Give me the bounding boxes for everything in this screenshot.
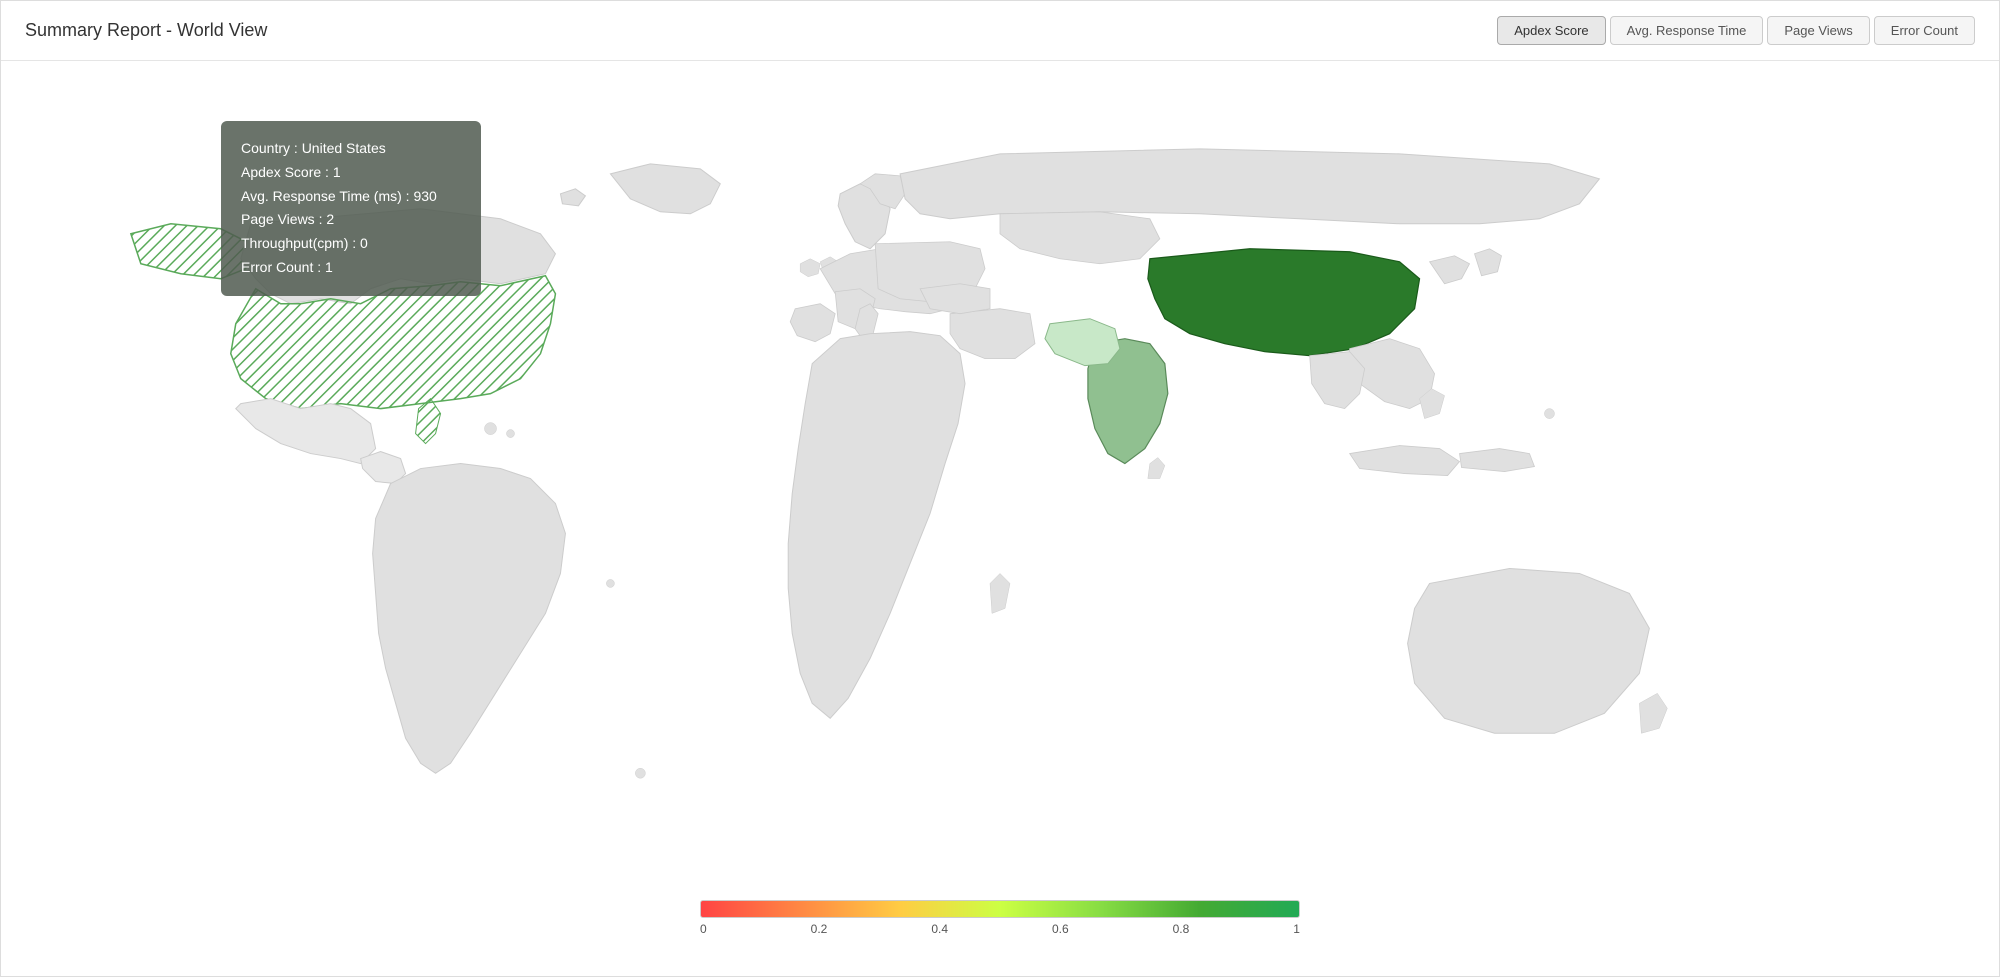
legend-labels: 0 0.2 0.4 0.6 0.8 1	[700, 922, 1300, 936]
legend-label-06: 0.6	[1052, 922, 1069, 936]
map-container: Country : United States Apdex Score : 1 …	[1, 61, 1999, 976]
tab-avg-response-time[interactable]: Avg. Response Time	[1610, 16, 1764, 45]
header: Summary Report - World View Apdex Score …	[1, 1, 1999, 61]
legend-label-0: 0	[700, 922, 707, 936]
page-wrapper: Summary Report - World View Apdex Score …	[0, 0, 2000, 977]
legend-label-02: 0.2	[811, 922, 828, 936]
legend-color-bar	[700, 900, 1300, 918]
legend-label-04: 0.4	[931, 922, 948, 936]
legend: 0 0.2 0.4 0.6 0.8 1	[700, 900, 1300, 936]
tab-page-views[interactable]: Page Views	[1767, 16, 1869, 45]
tab-error-count[interactable]: Error Count	[1874, 16, 1975, 45]
tab-apdex-score[interactable]: Apdex Score	[1497, 16, 1605, 45]
legend-label-08: 0.8	[1173, 922, 1190, 936]
world-map[interactable]	[1, 61, 1999, 976]
header-tabs: Apdex Score Avg. Response Time Page View…	[1497, 16, 1975, 45]
page-title: Summary Report - World View	[25, 20, 267, 41]
legend-label-1: 1	[1293, 922, 1300, 936]
